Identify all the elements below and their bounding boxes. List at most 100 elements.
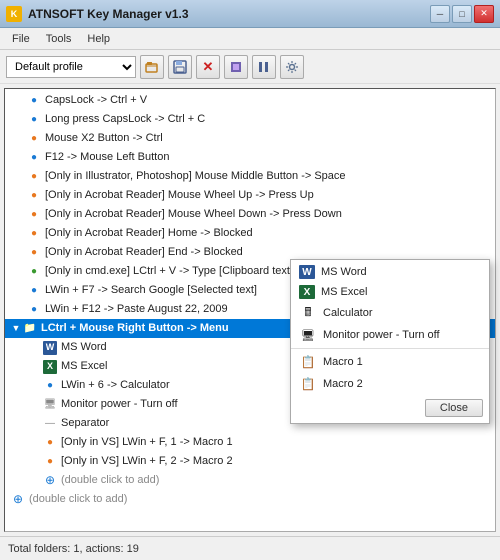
menu-bar: File Tools Help bbox=[0, 28, 500, 50]
icon4-button[interactable] bbox=[224, 55, 248, 79]
tree-item-label: Long press CapsLock -> Ctrl + C bbox=[45, 111, 205, 128]
menu-tools[interactable]: Tools bbox=[38, 31, 80, 47]
folder-label: LCtrl + Mouse Right Button -> Menu bbox=[41, 320, 229, 337]
action-icon: ● bbox=[43, 379, 57, 393]
ctx-ms-excel[interactable]: X MS Excel bbox=[291, 282, 489, 302]
action-icon: ● bbox=[27, 208, 41, 222]
ctx-item-label: Macro 2 bbox=[323, 378, 363, 390]
context-menu: W MS Word X MS Excel 🖩 Calculator 🖥 Moni… bbox=[290, 259, 490, 424]
tree-item[interactable]: ● [Only in Acrobat Reader] Home -> Block… bbox=[5, 224, 495, 243]
profile-select[interactable]: Default profile bbox=[6, 56, 136, 78]
close-window-button[interactable]: ✕ bbox=[474, 5, 494, 23]
status-text: Total folders: 1, actions: 19 bbox=[8, 543, 139, 555]
action-icon: ● bbox=[27, 265, 41, 279]
tree-item-label: Separator bbox=[61, 415, 109, 432]
tree-item-label: Mouse X2 Button -> Ctrl bbox=[45, 130, 163, 147]
save-button[interactable] bbox=[168, 55, 192, 79]
tree-item-label: LWin + F12 -> Paste August 22, 2009 bbox=[45, 301, 228, 318]
tree-item-label: [Only in Acrobat Reader] End -> Blocked bbox=[45, 244, 243, 261]
ctx-macro1[interactable]: 📋 Macro 1 bbox=[291, 351, 489, 373]
tree-item-label: MS Excel bbox=[61, 358, 107, 375]
action-icon: ● bbox=[27, 94, 41, 108]
main-content: ● CapsLock -> Ctrl + V ● Long press Caps… bbox=[0, 84, 500, 536]
add-icon: ⊕ bbox=[43, 474, 57, 488]
tree-item-label: LWin + F7 -> Search Google [Selected tex… bbox=[45, 282, 257, 299]
ctx-macro2[interactable]: 📋 Macro 2 bbox=[291, 373, 489, 395]
ctx-calculator[interactable]: 🖩 Calculator bbox=[291, 302, 489, 324]
title-bar: K ATNSOFT Key Manager v1.3 ─ □ ✕ bbox=[0, 0, 500, 28]
ctx-excel-icon: X bbox=[299, 285, 315, 299]
ctx-monitor-power[interactable]: 🖥 Monitor power - Turn off bbox=[291, 324, 489, 346]
toolbar: Default profile ✕ bbox=[0, 50, 500, 84]
ctx-item-label: Macro 1 bbox=[323, 356, 363, 368]
ctx-ms-word[interactable]: W MS Word bbox=[291, 262, 489, 282]
excel-icon: X bbox=[43, 360, 57, 374]
tree-item-label: LWin + 6 -> Calculator bbox=[61, 377, 170, 394]
status-bar: Total folders: 1, actions: 19 bbox=[0, 536, 500, 560]
tree-item-label: [Only in Acrobat Reader] Mouse Wheel Dow… bbox=[45, 206, 342, 223]
tree-item-label: (double click to add) bbox=[29, 491, 127, 508]
open-button[interactable] bbox=[140, 55, 164, 79]
action-icon: ● bbox=[27, 246, 41, 260]
tree-item[interactable]: ⊕ (double click to add) bbox=[5, 471, 495, 490]
ctx-item-label: MS Word bbox=[321, 266, 367, 278]
ctx-macro2-icon: 📋 bbox=[299, 376, 317, 392]
action-icon: ● bbox=[43, 436, 57, 450]
tree-item[interactable]: ● CapsLock -> Ctrl + V bbox=[5, 91, 495, 110]
ctx-calc-icon: 🖩 bbox=[299, 305, 317, 321]
window-title: ATNSOFT Key Manager v1.3 bbox=[28, 7, 430, 21]
tree-item[interactable]: ● Long press CapsLock -> Ctrl + C bbox=[5, 110, 495, 129]
tree-item[interactable]: ● Mouse X2 Button -> Ctrl bbox=[5, 129, 495, 148]
tree-item[interactable]: ● [Only in Illustrator, Photoshop] Mouse… bbox=[5, 167, 495, 186]
tree-item-label: [Only in Illustrator, Photoshop] Mouse M… bbox=[45, 168, 346, 185]
ctx-close-area: Close bbox=[291, 395, 489, 421]
delete-button[interactable]: ✕ bbox=[196, 55, 220, 79]
action-icon: ● bbox=[27, 170, 41, 184]
window-controls: ─ □ ✕ bbox=[430, 5, 494, 23]
maximize-button[interactable]: □ bbox=[452, 5, 472, 23]
action-icon: ● bbox=[27, 284, 41, 298]
tree-item-label: [Only in VS] LWin + F, 2 -> Macro 2 bbox=[61, 453, 233, 470]
action-icon: 🖥 bbox=[43, 398, 57, 412]
menu-file[interactable]: File bbox=[4, 31, 38, 47]
action-icon: ● bbox=[27, 113, 41, 127]
app-icon: K bbox=[6, 6, 22, 22]
action-icon: ● bbox=[43, 455, 57, 469]
pause-button[interactable] bbox=[252, 55, 276, 79]
tree-item[interactable]: ● F12 -> Mouse Left Button bbox=[5, 148, 495, 167]
action-icon: ● bbox=[27, 189, 41, 203]
action-icon: ● bbox=[27, 151, 41, 165]
ctx-item-label: MS Excel bbox=[321, 286, 367, 298]
ctx-item-label: Calculator bbox=[323, 307, 373, 319]
expand-icon: ▼ bbox=[11, 324, 21, 334]
tree-item[interactable]: ● [Only in VS] LWin + F, 2 -> Macro 2 bbox=[5, 452, 495, 471]
tree-item-label: MS Word bbox=[61, 339, 107, 356]
tree-item[interactable]: ● [Only in Acrobat Reader] Mouse Wheel D… bbox=[5, 205, 495, 224]
ctx-monitor-icon: 🖥 bbox=[299, 327, 317, 343]
tree-item-label: F12 -> Mouse Left Button bbox=[45, 149, 169, 166]
minimize-button[interactable]: ─ bbox=[430, 5, 450, 23]
tree-item-label: CapsLock -> Ctrl + V bbox=[45, 92, 147, 109]
tree-item-label: Monitor power - Turn off bbox=[61, 396, 178, 413]
tree-item-label: [Only in Acrobat Reader] Home -> Blocked bbox=[45, 225, 253, 242]
menu-help[interactable]: Help bbox=[79, 31, 118, 47]
settings-button[interactable] bbox=[280, 55, 304, 79]
folder-icon: 📁 bbox=[23, 322, 37, 336]
ctx-separator bbox=[291, 348, 489, 349]
tree-item-label: [Only in cmd.exe] LCtrl + V -> Type [Cli… bbox=[45, 263, 293, 280]
action-icon: ● bbox=[27, 303, 41, 317]
ctx-close-button[interactable]: Close bbox=[425, 399, 483, 417]
action-icon: ● bbox=[27, 227, 41, 241]
ctx-word-icon: W bbox=[299, 265, 315, 279]
ctx-macro1-icon: 📋 bbox=[299, 354, 317, 370]
add-icon: ⊕ bbox=[11, 493, 25, 507]
ctx-item-label: Monitor power - Turn off bbox=[323, 329, 440, 341]
tree-item[interactable]: ⊕ (double click to add) bbox=[5, 490, 495, 509]
word-icon: W bbox=[43, 341, 57, 355]
tree-item-label: (double click to add) bbox=[61, 472, 159, 489]
tree-item-label: [Only in VS] LWin + F, 1 -> Macro 1 bbox=[61, 434, 233, 451]
tree-item[interactable]: ● [Only in Acrobat Reader] Mouse Wheel U… bbox=[5, 186, 495, 205]
tree-item[interactable]: ● [Only in VS] LWin + F, 1 -> Macro 1 bbox=[5, 433, 495, 452]
tree-item-label: [Only in Acrobat Reader] Mouse Wheel Up … bbox=[45, 187, 314, 204]
action-icon: ● bbox=[27, 132, 41, 146]
